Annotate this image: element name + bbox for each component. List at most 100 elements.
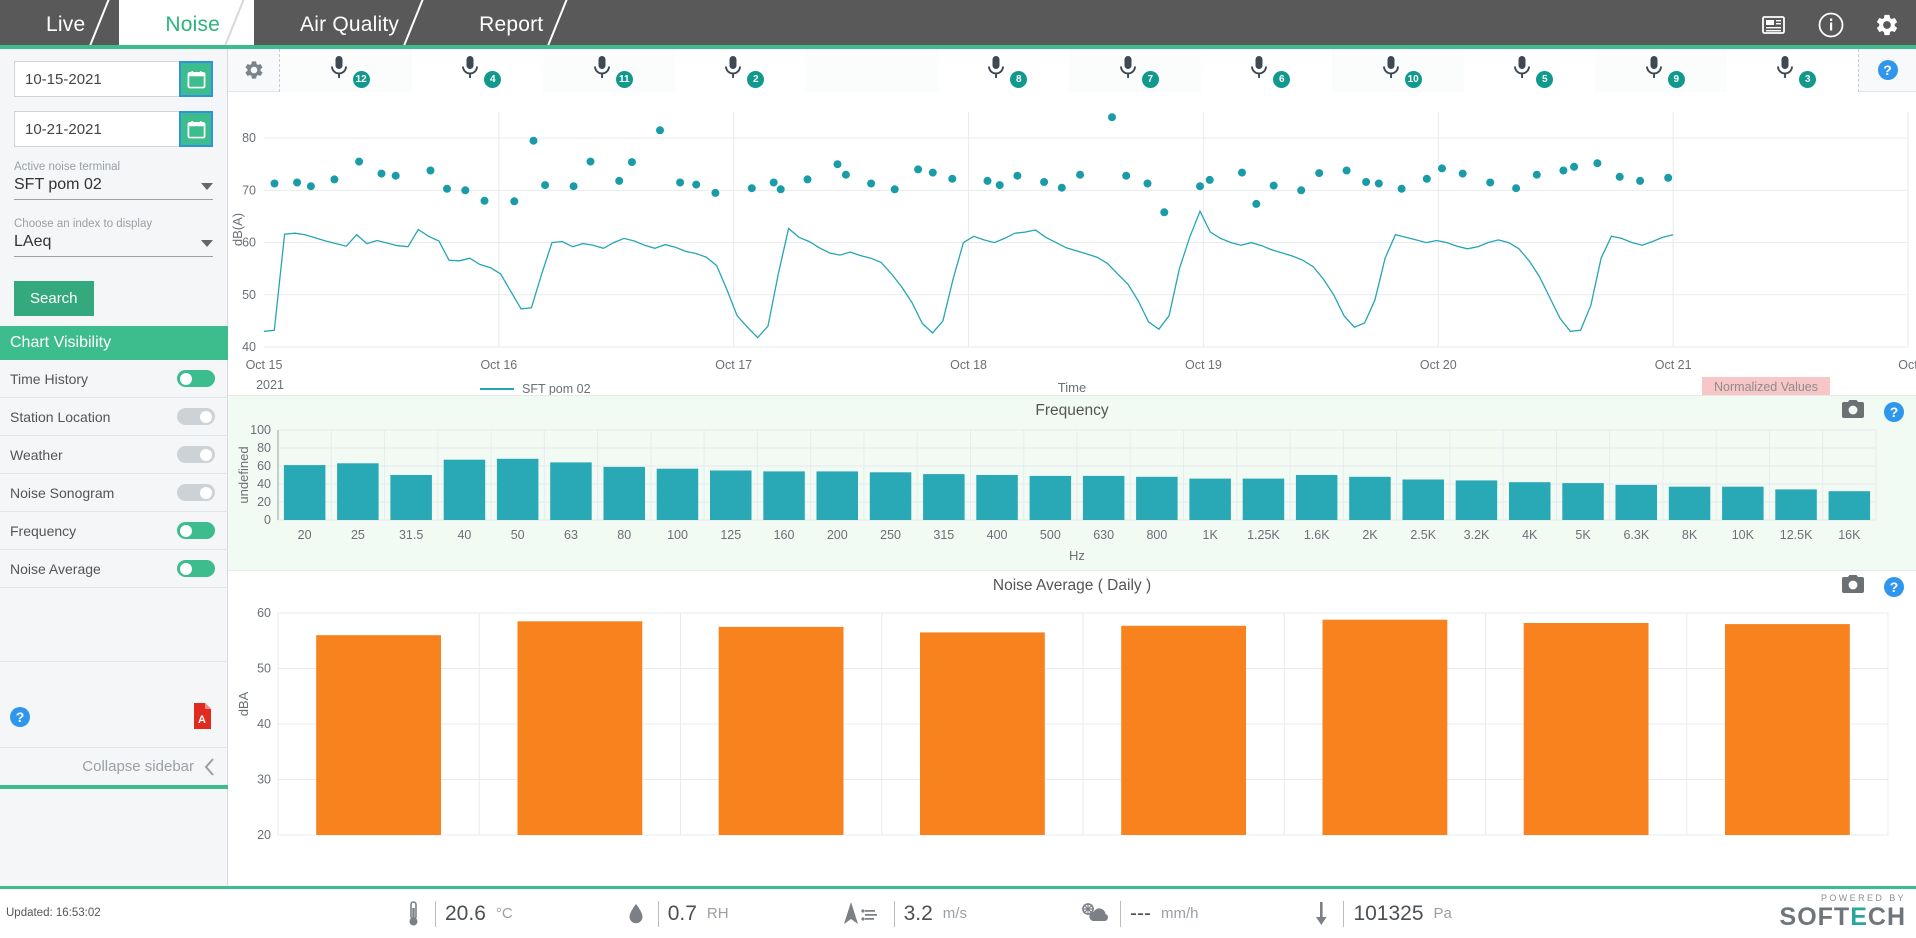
pdf-export-icon[interactable]: A [192,703,212,734]
noise-average-panel-tools: ? [1842,575,1904,598]
station-mic-9[interactable]: 9 [1595,48,1727,92]
svg-text:50: 50 [242,288,256,302]
camera-icon[interactable] [1842,575,1864,598]
news-icon[interactable] [1760,10,1790,40]
svg-text:1.6K: 1.6K [1304,528,1330,542]
pressure-arrow-icon [1308,899,1334,929]
tab-live[interactable]: Live [0,0,119,49]
svg-text:50: 50 [511,528,525,542]
toggle-row-noise-average[interactable]: Noise Average [0,550,228,588]
camera-icon[interactable] [1842,400,1864,423]
svg-text:20: 20 [298,528,312,542]
toggle-time-history[interactable] [177,370,215,387]
svg-text:100: 100 [667,528,688,542]
toggle-row-noise-sonogram[interactable]: Noise Sonogram [0,474,228,512]
info-icon[interactable] [1816,10,1846,40]
terminal-select[interactable]: SFT pom 02 [14,176,213,200]
svg-text:80: 80 [242,131,256,145]
frequency-panel: Frequency ? 0 20 40 60 80 100 undefined 20 25 31.… [228,395,1916,570]
tab-air-quality[interactable]: Air Quality [254,0,433,49]
metric-temperature: 20.6 °C [400,899,513,929]
svg-text:dB(A): dB(A) [230,213,245,246]
metric-unit: m/s [942,905,967,922]
chart-visibility-header: Chart Visibility [0,326,228,360]
toggle-row-station-location[interactable]: Station Location [0,398,228,436]
index-select-label: Choose an index to display [14,218,153,230]
time-history-panel: 40 50 60 70 80 Oct 15 2021 Oct 16 Oct 17 Oct 18 Oc… [228,92,1916,397]
help-icon[interactable]: ? [1877,60,1898,80]
svg-text:Oct 19: Oct 19 [1185,358,1222,372]
metric-humidity: 0.7 RH [623,899,729,929]
station-mic-5[interactable]: 5 [1463,48,1595,92]
metric-value: 3.2 [903,901,933,925]
svg-text:2.5K: 2.5K [1410,528,1436,542]
station-mic-8[interactable]: 8 [937,48,1069,92]
help-icon[interactable]: ? [1884,401,1904,422]
station-badge: 12 [352,71,370,88]
svg-text:A: A [198,714,206,726]
help-icon[interactable]: ? [1884,576,1904,597]
collapse-sidebar-button[interactable]: Collapse sidebar [0,747,228,785]
chevron-left-icon [204,757,214,776]
station-badge: 4 [484,71,502,88]
station-mic-7[interactable]: 7 [1069,48,1201,92]
top-navigation-bar: Live Noise Air Quality Report [0,0,1916,49]
station-mic-4[interactable]: 4 [411,48,543,92]
station-mic-6[interactable]: 6 [1200,48,1332,92]
tab-noise[interactable]: Noise [119,0,255,49]
svg-text:2K: 2K [1362,528,1378,542]
station-settings-gear-icon[interactable] [228,48,280,92]
toggle-label: Time History [10,370,89,387]
toggle-row-weather[interactable]: Weather [0,436,228,474]
microphone-icon: 12 [329,55,370,88]
time-history-chart[interactable]: 4050607080Oct 152021Oct 16 Oct 17 Oct 18 Oc… [228,92,1916,395]
brand-part-3: CH [1867,903,1906,931]
help-icon[interactable]: ? [10,707,30,727]
metric-value: 0.7 [667,901,697,925]
terminal-select-value: SFT pom 02 [14,176,102,193]
station-mic-12[interactable]: 12 [280,48,412,92]
microphone-icon: 7 [1118,55,1159,88]
tab-separator-icon [80,0,120,49]
legend-color-swatch [480,388,514,390]
toggle-station-location[interactable] [177,408,215,425]
metric-unit: Pa [1433,905,1452,922]
toggle-weather[interactable] [177,446,215,463]
microphone-icon: 3 [1775,55,1817,88]
svg-text:0: 0 [264,513,271,527]
station-help-icon[interactable]: ? [1858,48,1916,92]
tab-list: Live Noise Air Quality Report [0,0,577,49]
station-mic-2[interactable]: 2 [674,48,806,92]
search-button[interactable]: Search [14,281,94,316]
toggle-noise-average[interactable] [177,560,215,577]
toggle-noise-sonogram[interactable] [177,484,215,501]
calendar-icon-from[interactable] [179,61,213,97]
sidebar-accent-line [0,785,228,789]
frequency-panel-title: Frequency [1035,402,1109,419]
svg-text:Oct 17: Oct 17 [715,358,752,372]
toggle-frequency[interactable] [177,522,215,539]
tab-report[interactable]: Report [433,0,577,49]
index-select[interactable]: LAeq [14,233,213,257]
svg-text:800: 800 [1146,528,1167,542]
station-mic-10[interactable]: 10 [1332,48,1464,92]
svg-text:40: 40 [457,528,471,542]
terminal-select-group: Active noise terminal SFT pom 02 [14,161,213,200]
metric-value: 101325 [1353,901,1424,925]
calendar-icon-to[interactable] [179,111,213,147]
toggle-row-frequency[interactable]: Frequency [0,512,228,550]
station-badge: 5 [1536,71,1554,88]
microphone-icon: 8 [986,55,1028,88]
station-mic-11[interactable]: 11 [543,48,675,92]
time-axis-title: Time [1057,380,1087,395]
toggle-row-time-history[interactable]: Time History [0,360,228,398]
station-mic-empty-4[interactable] [806,48,938,92]
frequency-chart[interactable]: 0 20 40 60 80 100 undefined 20 25 31.5 40 50 63 80 100… [228,420,1916,565]
station-mic-3[interactable]: 3 [1726,48,1858,92]
collapse-sidebar-label: Collapse sidebar [82,758,194,775]
svg-text:Oct 21: Oct 21 [1655,358,1692,372]
noise-average-chart[interactable]: 20 30 40 50 60 dBA [228,595,1916,843]
status-bar: Updated: 16:53:02 20.6 °C 0.7 RH 3.2 m/s [0,886,1916,938]
microphone-icon: 4 [460,55,502,88]
gear-icon[interactable] [1872,10,1902,40]
